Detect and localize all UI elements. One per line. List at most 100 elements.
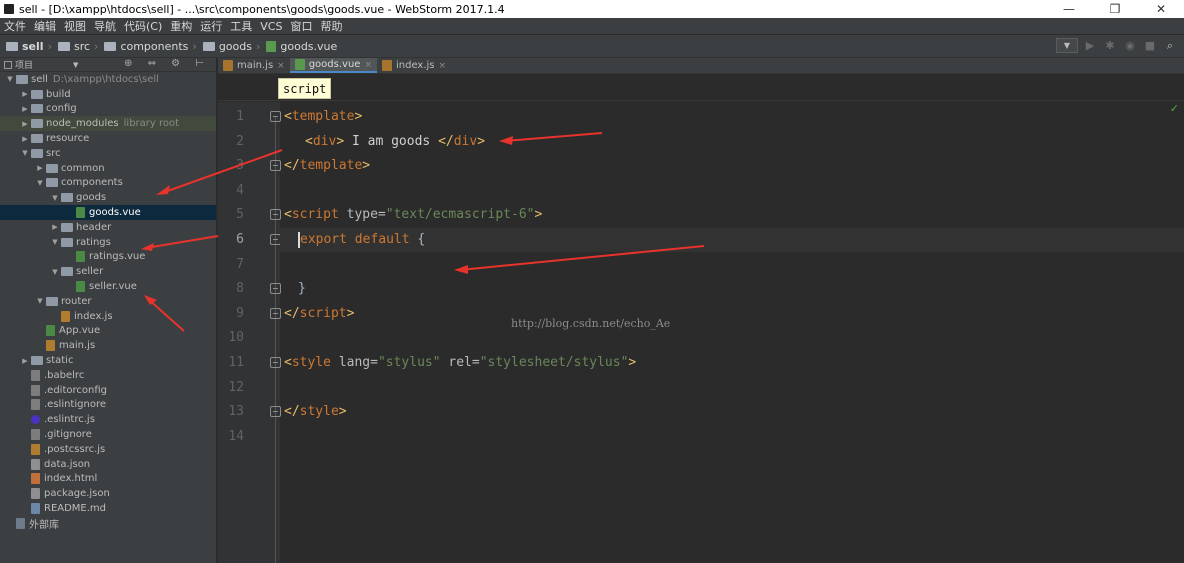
line-number[interactable]: 8 — [218, 277, 244, 301]
fold-marker-icon[interactable] — [270, 160, 281, 172]
line-number[interactable]: 6 — [218, 228, 244, 252]
tree-item-index-js[interactable]: index.js — [0, 309, 216, 324]
menu-code[interactable]: 代码(C) — [120, 18, 166, 34]
menu-help[interactable]: 帮助 — [316, 18, 346, 34]
fold-marker-icon[interactable] — [270, 283, 281, 295]
line-number[interactable]: 3 — [218, 154, 244, 178]
tree-item-ratings[interactable]: ▼ ratings — [0, 235, 216, 250]
tree-item-babelrc[interactable]: .babelrc — [0, 368, 216, 383]
expanded-arrow-icon[interactable]: ▼ — [34, 179, 46, 187]
expanded-arrow-icon[interactable]: ▼ — [49, 194, 61, 202]
tree-item-node-modules[interactable]: ▶ node_modules library root — [0, 116, 216, 132]
coverage-icon[interactable]: ◉ — [1122, 38, 1138, 53]
tree-item-readme-md[interactable]: README.md — [0, 501, 216, 516]
fold-marker-icon[interactable] — [270, 406, 281, 418]
close-button[interactable]: ✕ — [1138, 2, 1184, 16]
line-number[interactable]: 2 — [218, 130, 244, 154]
tree-item-index-html[interactable]: index.html — [0, 472, 216, 487]
collapsed-arrow-icon[interactable]: ▶ — [19, 105, 31, 113]
tree-item-header[interactable]: ▶ header — [0, 220, 216, 235]
search-icon[interactable]: ⌕ — [1162, 38, 1178, 53]
tree-item-postcssrc-js[interactable]: .postcssrc.js — [0, 442, 216, 457]
tree-item-data-json[interactable]: data.json — [0, 457, 216, 472]
tree-item-build[interactable]: ▶ build — [0, 87, 216, 102]
close-tab-icon[interactable]: × — [364, 60, 372, 70]
fold-marker-icon[interactable] — [270, 307, 281, 319]
tab-main-js[interactable]: main.js × — [218, 58, 290, 73]
tab-goods-vue[interactable]: goods.vue × — [289, 58, 377, 73]
tree-item-eslintignore[interactable]: .eslintignore — [0, 398, 216, 413]
line-number[interactable]: 13 — [218, 400, 244, 424]
line-number[interactable]: 1 — [218, 105, 244, 129]
stop-icon[interactable]: ■ — [1142, 38, 1158, 53]
tree-item-common[interactable]: ▶ common — [0, 161, 216, 176]
tree-item-eslintrc-js[interactable]: .eslintrc.js — [0, 412, 216, 427]
line-number[interactable]: 4 — [218, 179, 244, 203]
tree-item-gitignore[interactable]: .gitignore — [0, 427, 216, 442]
editor-breadcrumb-script[interactable]: script — [278, 78, 332, 99]
panel-tool-icons[interactable]: ⊕ ⇔ ⚙ ⊢ — [124, 58, 210, 69]
line-number[interactable]: 5 — [218, 203, 244, 227]
tree-item-sell[interactable]: ▼ sell D:\xampp\htdocs\sell — [0, 72, 216, 87]
menu-run[interactable]: 运行 — [196, 18, 226, 34]
collapsed-arrow-icon[interactable]: ▶ — [19, 135, 31, 143]
line-number[interactable]: 9 — [218, 302, 244, 326]
collapsed-arrow-icon[interactable]: ▶ — [19, 120, 31, 128]
expanded-arrow-icon[interactable]: ▼ — [49, 268, 61, 276]
menu-tools[interactable]: 工具 — [226, 18, 256, 34]
tree-item-ratings-vue[interactable]: ratings.vue — [0, 250, 216, 265]
expanded-arrow-icon[interactable]: ▼ — [4, 75, 16, 83]
expanded-arrow-icon[interactable]: ▼ — [19, 149, 31, 157]
collapsed-arrow-icon[interactable]: ▶ — [19, 357, 31, 365]
project-view-dropdown[interactable]: 项目 — [15, 58, 33, 71]
tree-item-package-json[interactable]: package.json — [0, 486, 216, 501]
minimize-button[interactable]: — — [1046, 2, 1092, 16]
inspection-ok-icon[interactable]: ✓ — [1170, 102, 1179, 115]
menu-file[interactable]: 文件 — [0, 18, 30, 34]
menu-navigate[interactable]: 导航 — [90, 18, 120, 34]
tree-item-main-js[interactable]: main.js — [0, 338, 216, 353]
breadcrumb-src[interactable]: src › — [52, 40, 98, 53]
tree-item-seller[interactable]: ▼ seller — [0, 264, 216, 279]
expanded-arrow-icon[interactable]: ▼ — [49, 238, 61, 246]
debug-icon[interactable]: ✱ — [1102, 38, 1118, 53]
tree-item-goods-vue[interactable]: goods.vue — [0, 205, 216, 220]
collapsed-arrow-icon[interactable]: ▶ — [34, 164, 46, 172]
collapsed-arrow-icon[interactable]: ▶ — [19, 90, 31, 98]
menu-view[interactable]: 视图 — [60, 18, 90, 34]
line-number[interactable]: 7 — [218, 253, 244, 277]
fold-marker-icon[interactable] — [270, 357, 281, 368]
breadcrumb-goods-vue[interactable]: goods.vue — [260, 40, 337, 53]
tree-item-router[interactable]: ▼ router — [0, 294, 216, 309]
breadcrumb-goods[interactable]: goods › — [197, 40, 260, 53]
tab-index-js[interactable]: index.js × — [377, 58, 451, 73]
tree-item-editorconfig[interactable]: .editorconfig — [0, 383, 216, 398]
expanded-arrow-icon[interactable]: ▼ — [34, 297, 46, 305]
tree-item-[interactable]: 外部库 — [0, 516, 216, 531]
fold-marker-icon[interactable] — [270, 209, 281, 221]
tree-item-config[interactable]: ▶ config — [0, 102, 216, 117]
tree-item-resource[interactable]: ▶ resource — [0, 131, 216, 146]
tree-item-static[interactable]: ▶ static — [0, 353, 216, 368]
line-number[interactable]: 11 — [218, 351, 244, 375]
menu-edit[interactable]: 编辑 — [30, 18, 60, 34]
tree-item-components[interactable]: ▼ components — [0, 176, 216, 191]
run-config-dropdown[interactable]: ▼ — [1056, 38, 1078, 53]
tree-item-src[interactable]: ▼ src — [0, 146, 216, 161]
maximize-button[interactable]: ❐ — [1092, 2, 1138, 16]
fold-marker-icon[interactable] — [270, 111, 281, 122]
tree-item-seller-vue[interactable]: seller.vue — [0, 279, 216, 294]
menu-refactor[interactable]: 重构 — [166, 18, 196, 34]
close-tab-icon[interactable]: × — [277, 61, 285, 71]
breadcrumb-components[interactable]: components › — [98, 40, 197, 53]
line-number[interactable]: 10 — [218, 326, 244, 350]
breadcrumb-sell[interactable]: sell › — [0, 40, 52, 53]
line-number[interactable]: 14 — [218, 425, 244, 449]
collapsed-arrow-icon[interactable]: ▶ — [49, 223, 61, 231]
chevron-down-icon[interactable]: ▼ — [73, 61, 78, 69]
tree-item-goods[interactable]: ▼ goods — [0, 190, 216, 205]
run-icon[interactable]: ▶ — [1082, 38, 1098, 53]
tree-item-app-vue[interactable]: App.vue — [0, 324, 216, 339]
line-number[interactable]: 12 — [218, 376, 244, 400]
close-tab-icon[interactable]: × — [439, 61, 447, 71]
